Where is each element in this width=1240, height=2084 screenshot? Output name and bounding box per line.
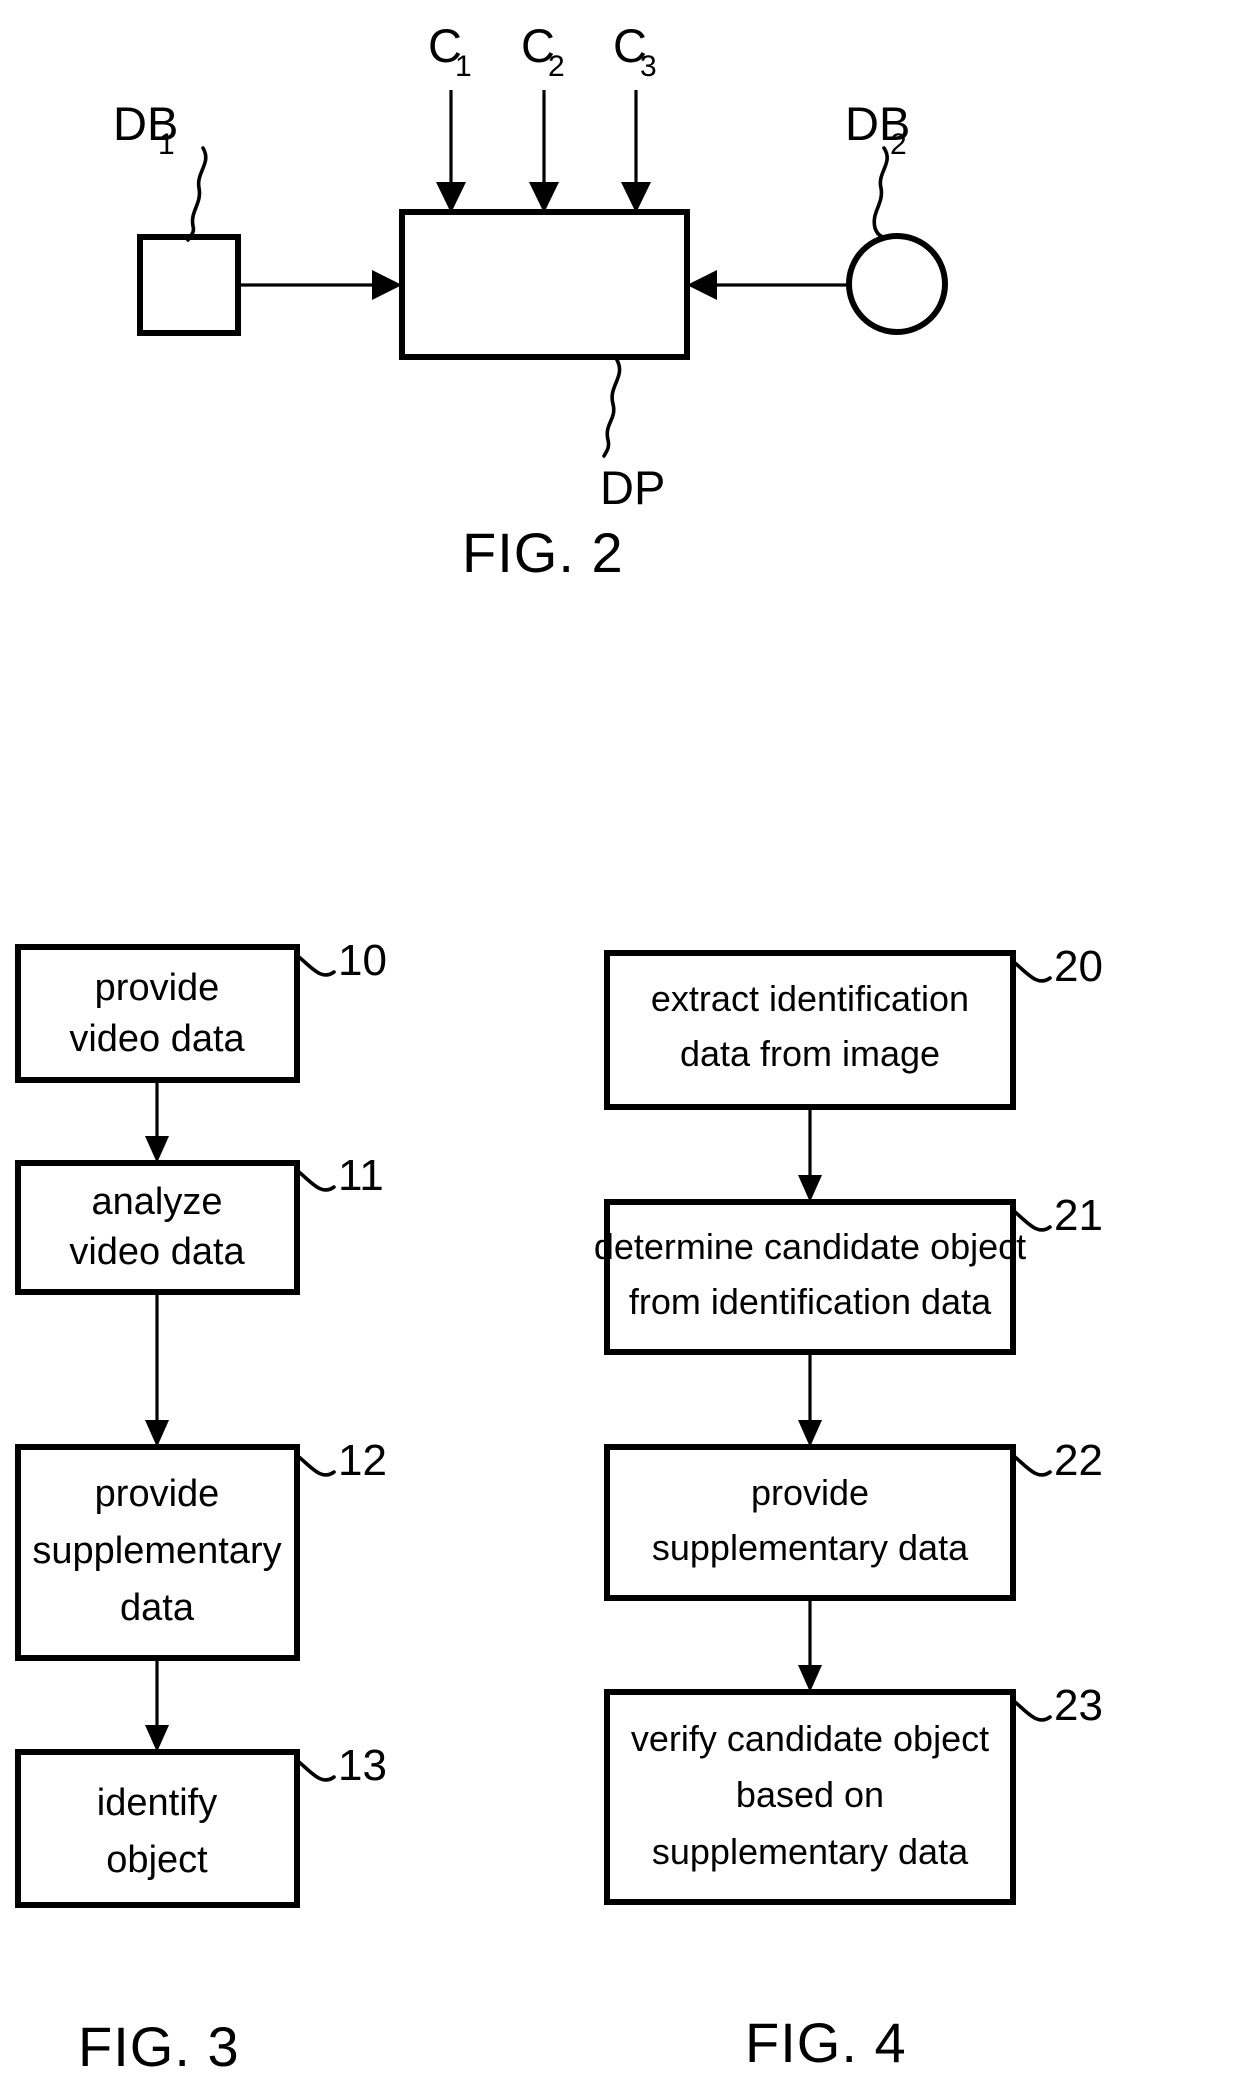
fig4-ref-number-22: 22: [1054, 1436, 1103, 1485]
fig3-ref-11-leader-line: [297, 1170, 336, 1192]
fig3-ref-number-13: 13: [338, 1741, 387, 1790]
fig3-ref-number-10: 10: [338, 936, 387, 985]
fig4-arrow-21-to-22: [798, 1352, 822, 1447]
fig4-step-23-line-1: verify candidate object: [631, 1718, 989, 1759]
figure-3-caption: FIG. 3: [78, 2015, 240, 2078]
fig3-step-11-line-1: analyze: [92, 1181, 223, 1223]
data-processor-label: DP: [600, 461, 665, 514]
fig4-ref-number-20: 20: [1054, 942, 1103, 991]
fig3-ref-12-leader-line: [297, 1455, 336, 1477]
fig3-step-13-line-1: identify: [97, 1782, 217, 1824]
figure-2: DB 1 DP DB 2 C 1 C 2 C 3 FIG. 2: [113, 19, 948, 584]
database-1-leader-line: [186, 146, 208, 242]
fig4-step-22-line-2: supplementary data: [652, 1527, 969, 1568]
patent-drawing-sheet: DB 1 DP DB 2 C 1 C 2 C 3 FIG. 2 provide …: [0, 0, 1240, 2084]
figure-2-caption: FIG. 2: [462, 521, 624, 584]
fig3-arrow-11-to-12: [145, 1292, 169, 1447]
figure-4: extract identification data from image 2…: [594, 942, 1103, 2074]
fig4-ref-23-leader-line: [1013, 1700, 1052, 1722]
fig4-ref-22-leader-line: [1013, 1455, 1052, 1477]
drawing-canvas: DB 1 DP DB 2 C 1 C 2 C 3 FIG. 2 provide …: [15, 19, 1103, 2078]
input-arrow-c3: [621, 90, 651, 213]
fig4-step-20-line-1: extract identification: [651, 978, 969, 1019]
database-2-subscript: 2: [890, 128, 907, 161]
fig3-step-12-line-1: provide: [95, 1473, 220, 1515]
fig3-step-11-line-2: video data: [69, 1231, 245, 1273]
fig3-arrow-10-to-11: [145, 1080, 169, 1163]
fig3-step-12-line-3: data: [120, 1587, 195, 1629]
fig4-ref-number-23: 23: [1054, 1681, 1103, 1730]
fig3-arrow-12-to-13: [145, 1658, 169, 1752]
input-c1-subscript: 1: [455, 50, 472, 83]
database-1-box[interactable]: [137, 234, 241, 336]
figure-4-caption: FIG. 4: [745, 2011, 907, 2074]
fig4-step-23-line-3: supplementary data: [652, 1831, 969, 1872]
fig4-step-21-line-1: determine candidate object: [594, 1226, 1026, 1267]
database-1-subscript: 1: [158, 128, 175, 161]
database-2-circle[interactable]: [846, 233, 948, 335]
fig3-step-12-line-2: supplementary: [32, 1530, 281, 1572]
arrow-db2-to-dp: [687, 270, 849, 300]
fig3-ref-13-leader-line: [297, 1760, 336, 1782]
arrow-db1-to-dp: [238, 270, 402, 300]
fig4-arrow-22-to-23: [798, 1598, 822, 1692]
fig4-ref-20-leader-line: [1013, 961, 1052, 983]
fig4-arrow-20-to-21: [798, 1107, 822, 1202]
input-arrow-c2: [529, 90, 559, 213]
fig3-ref-number-12: 12: [338, 1436, 387, 1485]
fig4-step-23-line-2: based on: [736, 1774, 884, 1815]
fig3-step-10-line-1: provide: [95, 967, 220, 1009]
input-c2-subscript: 2: [548, 50, 565, 83]
fig3-step-13-line-2: object: [106, 1839, 208, 1881]
figure-3: provide video data 10 analyze video data…: [15, 936, 387, 2078]
fig3-ref-10-leader-line: [297, 955, 336, 977]
fig3-step-box-13[interactable]: [15, 1749, 300, 1908]
fig3-ref-number-11: 11: [338, 1151, 384, 1200]
fig4-step-22-line-1: provide: [751, 1472, 869, 1513]
fig4-step-box-21[interactable]: [604, 1199, 1016, 1355]
input-arrow-c1: [436, 90, 466, 213]
fig4-step-box-22[interactable]: [604, 1444, 1016, 1601]
fig3-step-10-line-2: video data: [69, 1018, 245, 1060]
fig4-step-20-line-2: data from image: [680, 1033, 940, 1074]
fig4-ref-number-21: 21: [1054, 1191, 1103, 1240]
database-2-leader-line: [872, 146, 889, 240]
data-processor-leader-line: [602, 358, 622, 458]
fig4-step-box-20[interactable]: [604, 950, 1016, 1110]
fig4-step-21-line-2: from identification data: [629, 1281, 992, 1322]
data-processor-box[interactable]: [399, 209, 690, 360]
input-c3-subscript: 3: [640, 50, 657, 83]
